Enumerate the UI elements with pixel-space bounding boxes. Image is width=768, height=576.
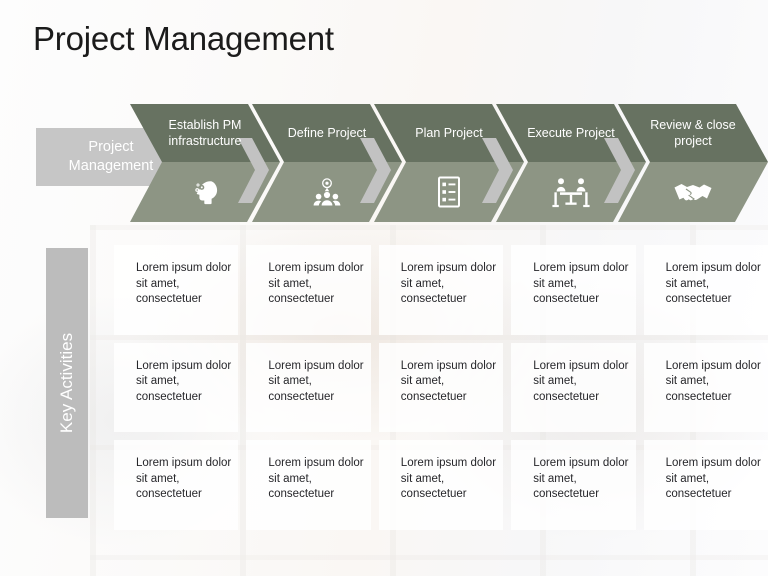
key-activities-grid: Lorem ipsum dolor sit amet, consectetuer… [114, 245, 768, 530]
activity-cell[interactable]: Lorem ipsum dolor sit amet, consectetuer [643, 245, 768, 335]
phase-chevron-review-close-project[interactable]: Review & close project [618, 104, 768, 222]
activity-cell[interactable]: Lorem ipsum dolor sit amet, consectetuer [246, 440, 371, 530]
activity-cell[interactable]: Lorem ipsum dolor sit amet, consectetuer [511, 245, 636, 335]
activity-cell[interactable]: Lorem ipsum dolor sit amet, consectetuer [246, 245, 371, 335]
activity-cell[interactable]: Lorem ipsum dolor sit amet, consectetuer [511, 342, 636, 433]
handshake-icon [618, 162, 768, 222]
slide-canvas: Project Management Project Management Es… [0, 0, 768, 576]
activity-cell[interactable]: Lorem ipsum dolor sit amet, consectetuer [114, 245, 239, 335]
activity-cell[interactable]: Lorem ipsum dolor sit amet, consectetuer [643, 342, 768, 433]
activity-cell[interactable]: Lorem ipsum dolor sit amet, consectetuer [114, 440, 239, 530]
page-title: Project Management [33, 20, 334, 57]
phase-chevron-strip: Establish PM infrastructure Define Proje… [0, 104, 768, 222]
activity-cell[interactable]: Lorem ipsum dolor sit amet, consectetuer [114, 342, 239, 433]
activity-cell[interactable]: Lorem ipsum dolor sit amet, consectetuer [378, 245, 504, 335]
phase-label: Review & close project [650, 118, 736, 148]
activity-cell[interactable]: Lorem ipsum dolor sit amet, consectetuer [378, 342, 504, 433]
activity-cell[interactable]: Lorem ipsum dolor sit amet, consectetuer [511, 440, 636, 530]
activity-cell[interactable]: Lorem ipsum dolor sit amet, consectetuer [643, 440, 768, 530]
activity-cell[interactable]: Lorem ipsum dolor sit amet, consectetuer [246, 342, 371, 433]
key-activities-label: Key Activities [57, 332, 76, 434]
activity-cell[interactable]: Lorem ipsum dolor sit amet, consectetuer [378, 440, 504, 530]
key-activities-bar: Key Activities [46, 248, 88, 518]
